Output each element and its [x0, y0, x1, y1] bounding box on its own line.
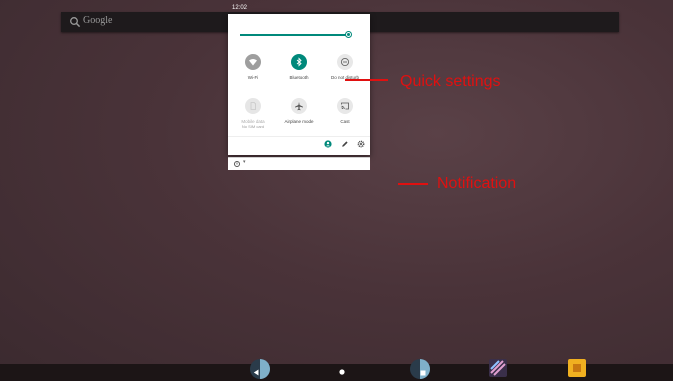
- quick-settings-panel: Wi-Fi Bluetooth Do not disturb Mobile da…: [228, 14, 370, 155]
- tile-mobile-data[interactable]: Mobile data No SIM card: [229, 98, 277, 129]
- tile-cast[interactable]: Cast: [321, 98, 369, 124]
- tile-label: Bluetooth: [289, 75, 309, 80]
- tile-do-not-disturb[interactable]: Do not disturb: [321, 54, 369, 80]
- tile-sublabel: No SIM card: [241, 124, 265, 129]
- photos-app-icon[interactable]: [567, 358, 587, 378]
- tile-airplane-mode[interactable]: Airplane mode: [275, 98, 323, 124]
- tile-label: Wi-Fi: [247, 75, 259, 80]
- tile-bluetooth[interactable]: Bluetooth: [275, 54, 323, 80]
- quick-settings-callout-line: [345, 79, 388, 81]
- airplane-icon: [291, 98, 307, 114]
- notification-item[interactable]: ▾: [228, 157, 370, 170]
- gallery-app-icon[interactable]: [488, 358, 508, 378]
- brightness-track: [240, 34, 349, 36]
- brightness-slider[interactable]: [240, 31, 360, 38]
- navigation-bar: [0, 359, 673, 381]
- tile-label: Cast: [340, 119, 350, 124]
- user-icon[interactable]: [324, 140, 332, 148]
- edit-icon[interactable]: [341, 140, 349, 148]
- wifi-icon: [245, 54, 261, 70]
- notification-callout-label: Notification: [437, 175, 517, 192]
- notification-callout-line: [398, 183, 428, 185]
- chevron-down-icon[interactable]: ▾: [243, 159, 246, 165]
- search-hint: Google: [83, 15, 113, 26]
- back-icon[interactable]: [253, 369, 259, 376]
- status-bar-clock: 12:02: [232, 5, 248, 11]
- tile-label: Airplane mode: [284, 119, 314, 124]
- brightness-thumb[interactable]: [345, 31, 353, 38]
- settings-icon[interactable]: [357, 140, 365, 148]
- sim-card-icon: [245, 98, 261, 114]
- do-not-disturb-icon: [337, 54, 353, 70]
- home-icon[interactable]: [339, 369, 345, 375]
- bluetooth-icon: [291, 54, 307, 70]
- dock-app-icon[interactable]: [409, 358, 431, 380]
- recents-icon[interactable]: [420, 370, 426, 376]
- cast-icon: [337, 98, 353, 114]
- quick-settings-callout-label: Quick settings: [400, 73, 501, 90]
- search-icon: [70, 17, 81, 28]
- app-notification-icon: [234, 161, 240, 167]
- quick-settings-footer: [228, 136, 370, 151]
- tile-wifi[interactable]: Wi-Fi: [229, 54, 277, 80]
